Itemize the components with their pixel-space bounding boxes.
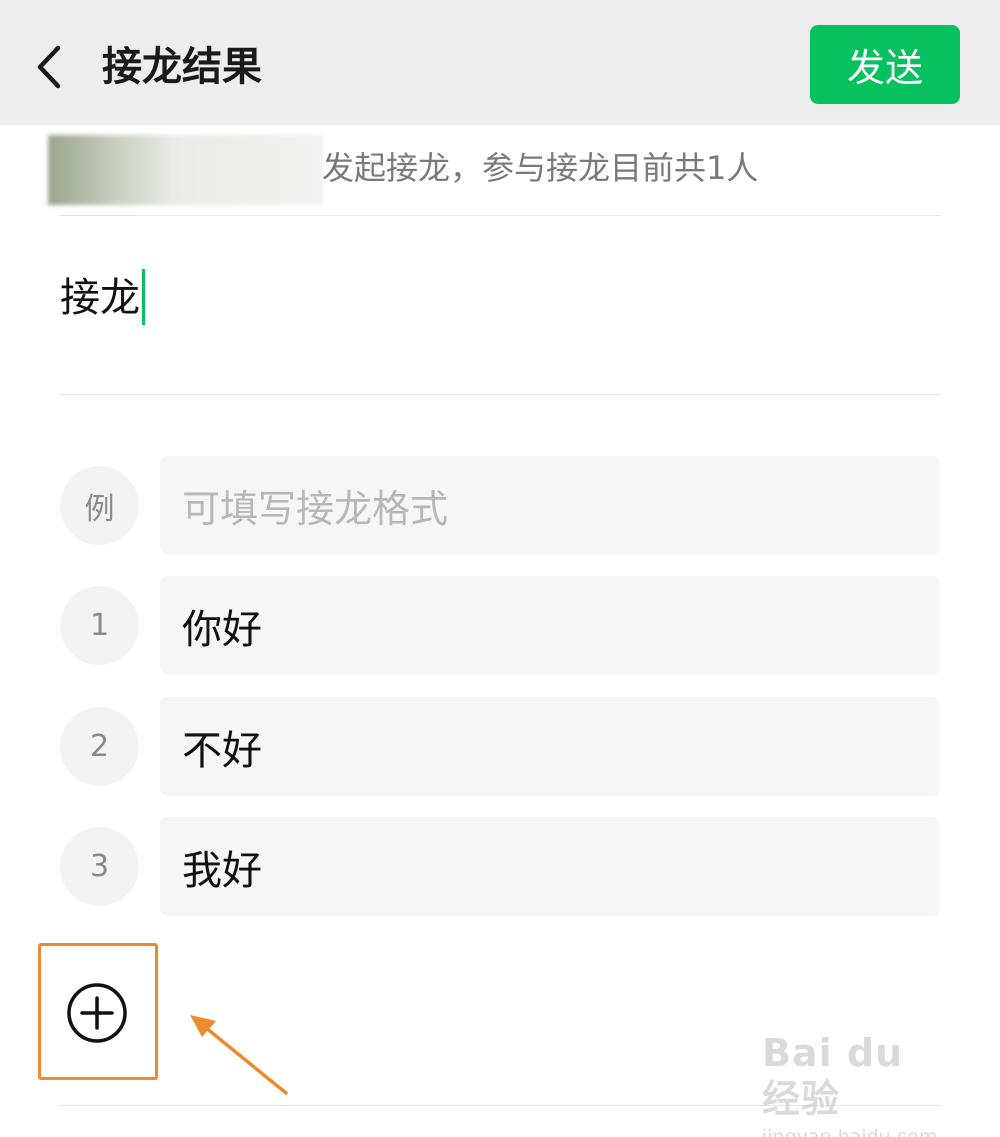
send-button[interactable]: 发送 xyxy=(810,25,960,104)
entry-text-2: 不好 xyxy=(182,727,262,774)
entry-text-1: 你好 xyxy=(182,606,262,653)
chevron-left-icon xyxy=(37,45,61,89)
top-bar: 接龙结果 发送 xyxy=(0,0,1000,125)
format-example-input[interactable]: 可填写接龙格式 xyxy=(160,456,940,555)
text-cursor xyxy=(142,269,145,325)
back-button[interactable] xyxy=(30,40,70,94)
entry-text-3: 我好 xyxy=(182,847,262,894)
topic-text: 接龙 xyxy=(60,275,140,321)
row-index-1: 1 xyxy=(60,586,139,665)
baidu-watermark: Bai du 经验 jingyan.baidu.com xyxy=(762,1030,952,1137)
solitaire-result-page: 接龙结果 发送 发起接龙，参与接龙目前共1人 接龙 例 可填写接龙格式 1 你好… xyxy=(0,0,1000,1137)
participants-summary: 发起接龙，参与接龙目前共1人 xyxy=(322,149,759,187)
row-index-3: 3 xyxy=(60,827,139,906)
watermark-url: jingyan.baidu.com xyxy=(762,1126,938,1137)
add-entry-button[interactable] xyxy=(66,982,128,1044)
format-example-placeholder: 可填写接龙格式 xyxy=(182,487,449,531)
plus-circle-icon xyxy=(67,983,127,1043)
entry-input-2[interactable]: 不好 xyxy=(160,697,940,796)
blurred-initiator-name xyxy=(48,135,323,205)
annotation-arrow-icon xyxy=(190,1015,288,1095)
watermark-brand: Bai du 经验 xyxy=(762,1031,904,1121)
divider xyxy=(60,215,940,216)
entry-input-3[interactable]: 我好 xyxy=(160,817,940,916)
page-title: 接龙结果 xyxy=(102,44,262,90)
entry-input-1[interactable]: 你好 xyxy=(160,576,940,675)
topic-input[interactable]: 接龙 xyxy=(60,269,145,325)
divider xyxy=(60,394,940,395)
row-index-example: 例 xyxy=(60,466,139,545)
row-index-2: 2 xyxy=(60,707,139,786)
